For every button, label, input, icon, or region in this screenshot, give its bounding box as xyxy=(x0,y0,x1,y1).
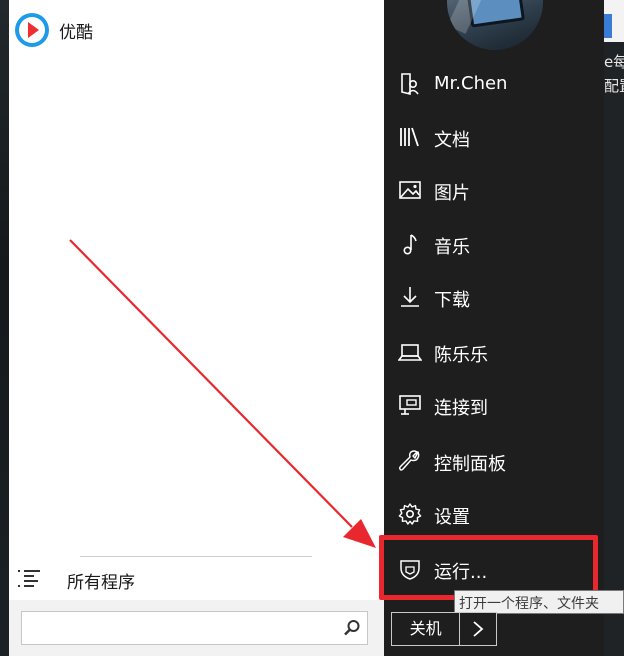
all-programs-label: 所有程序 xyxy=(67,573,135,593)
picture-icon xyxy=(399,181,421,199)
search-icon[interactable] xyxy=(343,619,361,637)
background-text-line: 配置 xyxy=(604,77,624,95)
menu-item-label: 控制面板 xyxy=(434,454,506,475)
laptop-icon xyxy=(398,344,422,361)
menu-item-documents[interactable]: 文档 xyxy=(384,114,604,160)
music-note-icon xyxy=(403,234,417,255)
background-window-accent xyxy=(604,14,612,38)
background-window-text: e每 配置 xyxy=(604,50,624,98)
menu-item-pictures[interactable]: 图片 xyxy=(384,167,604,213)
avatar[interactable] xyxy=(447,0,543,50)
pinned-app-youku[interactable]: 优酷 xyxy=(13,10,213,50)
menu-item-computer[interactable]: 陈乐乐 xyxy=(384,329,604,375)
menu-item-label: 陈乐乐 xyxy=(434,345,488,366)
search-box[interactable] xyxy=(21,611,368,645)
download-icon xyxy=(401,287,419,307)
search-area xyxy=(9,600,384,656)
pinned-app-label: 优酷 xyxy=(59,22,93,43)
divider xyxy=(80,556,312,557)
start-menu-left-pane: 优酷 所有程序 xyxy=(9,0,384,656)
list-icon xyxy=(18,570,40,587)
menu-item-connect-to[interactable]: 连接到 xyxy=(384,382,604,428)
menu-item-label: 图片 xyxy=(434,183,470,204)
shutdown-label: 关机 xyxy=(409,619,442,638)
network-icon xyxy=(399,395,421,415)
menu-item-music[interactable]: 音乐 xyxy=(384,221,604,267)
menu-item-settings[interactable]: 设置 xyxy=(384,491,604,537)
background-window: e每 配置 xyxy=(604,0,624,656)
menu-item-control-panel[interactable]: 控制面板 xyxy=(384,438,604,484)
menu-item-label: 下载 xyxy=(434,290,470,311)
library-icon xyxy=(400,127,419,147)
chevron-right-icon xyxy=(473,621,484,637)
menu-item-label: Mr.Chen xyxy=(434,73,508,94)
shutdown-button[interactable]: 关机 xyxy=(391,612,497,646)
menu-item-label: 音乐 xyxy=(434,237,470,258)
youku-logo-icon xyxy=(15,13,49,47)
background-text-line: e每 xyxy=(604,53,624,71)
menu-item-label: 设置 xyxy=(434,507,470,528)
all-programs-button[interactable]: 所有程序 xyxy=(9,560,384,596)
gear-icon xyxy=(398,503,422,525)
run-tooltip: 打开一个程序、文件夹 xyxy=(454,590,624,614)
search-input[interactable] xyxy=(26,615,330,643)
user-folder-icon xyxy=(401,73,419,96)
desktop-edge xyxy=(0,0,9,656)
menu-item-label: 文档 xyxy=(434,130,470,151)
shutdown-options-button[interactable] xyxy=(460,613,496,645)
wrench-icon xyxy=(398,450,420,471)
menu-item-user-folder[interactable]: Mr.Chen xyxy=(384,61,604,107)
menu-item-label: 连接到 xyxy=(434,398,488,419)
menu-item-downloads[interactable]: 下载 xyxy=(384,274,604,320)
